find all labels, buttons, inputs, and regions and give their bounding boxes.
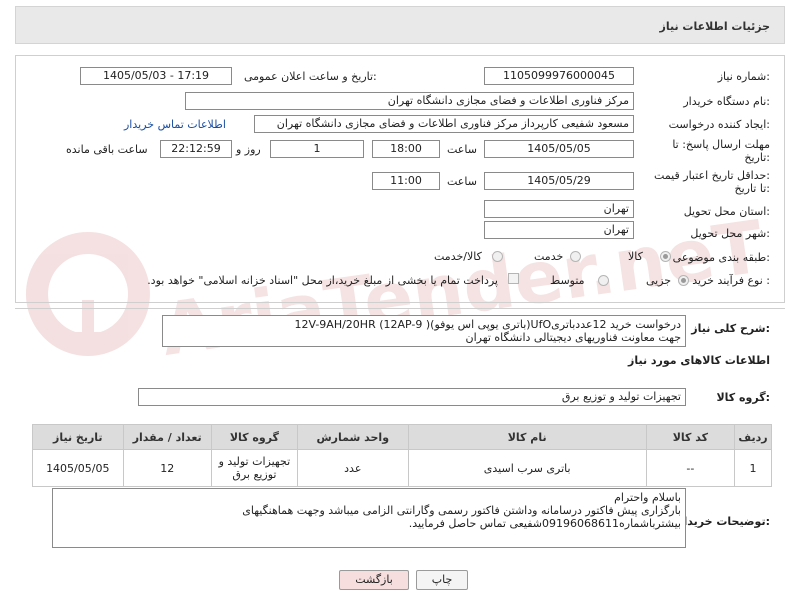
price-deadline-label: حداقل تاریخ اعتبار قیمت: [654,169,770,182]
col-need-date: تاریخ نیاز [32,424,124,450]
goods-group-label: گروه کالا: [716,391,770,404]
treasury-payment-checkbox[interactable] [508,273,519,284]
province-field: تهران [484,200,634,218]
cell-row: 1 [734,449,772,487]
reply-days-field: 1 [270,140,364,158]
reply-deadline-label: مهلت ارسال پاسخ: تا [672,138,770,151]
reply-time-label: ساعت [447,143,477,156]
category-radio-both[interactable] [492,251,503,262]
need-number-field: 1105099976000045 [484,67,634,85]
page-header: جزئیات اطلاعات نیاز [15,6,785,44]
city-field: تهران [484,221,634,239]
col-unit: واحد شمارش [296,424,409,450]
goods-section-title: اطلاعات کالاهای مورد نیاز [628,354,770,367]
cell-need-date: 1405/05/05 [32,449,124,487]
col-goods-group: گروه کالا [210,424,298,450]
treasury-payment-note: پرداخت تمام یا بخشی از مبلغ خرید،از محل … [147,274,498,287]
reply-deadline-label-2: تاریخ: [744,151,770,164]
buyer-notes-line-3: بیشترباشماره09196068611شفیعی تماس حاصل ف… [408,517,681,530]
need-number-label: شماره نیاز: [717,70,770,83]
goods-table: تاریخ نیاز تعداد / مقدار گروه کالا واحد … [32,424,772,487]
process-option-medium: متوسط [550,274,585,287]
cell-goods-group: تجهیزات تولید و توزیع برق [210,449,298,487]
buyer-notes-line-1: باسلام واحترام [614,491,681,504]
process-label: نوع فرآیند خرید : [692,274,770,287]
announce-label: تاریخ و ساعت اعلان عمومی: [244,70,377,83]
reply-time-field: 18:00 [372,140,440,158]
province-label: استان محل تحویل: [683,205,770,218]
category-option-both: کالا/خدمت [434,250,482,263]
print-button[interactable]: چاپ [416,570,468,590]
announce-field: 1405/05/03 - 17:19 [80,67,232,85]
creator-label: ایجاد کننده درخواست: [668,118,770,131]
summary-textbox: درخواست خرید 12عددباتریUfO(باتری یوپی اس… [162,315,686,347]
category-label: طبقه بندی موضوعی: [672,251,770,264]
remaining-label: ساعت باقی مانده [66,143,148,156]
summary-line-2: جهت معاونت فناوریهای دیجیتالی دانشگاه ته… [465,331,681,344]
col-goods-code: کد کالا [645,424,736,450]
process-radio-minor[interactable] [678,275,689,286]
process-option-minor: جزیی [646,274,672,287]
table-header-row: تاریخ نیاز تعداد / مقدار گروه کالا واحد … [32,424,772,450]
cell-quantity: 12 [122,449,212,487]
remaining-time-field: 22:12:59 [160,140,232,158]
category-radio-service[interactable] [570,251,581,262]
creator-field: مسعود شفیعی کارپرداز مرکز فناوری اطلاعات… [254,115,634,133]
cell-unit: عدد [296,449,409,487]
buyer-notes-textbox: باسلام واحترام بارگزاری پیش فاکتور درسام… [52,488,686,548]
goods-group-field: تجهیزات تولید و توزیع برق [138,388,686,406]
buyer-org-field: مرکز فناوری اطلاعات و فضای مجازی دانشگاه… [185,92,634,110]
summary-line-1: درخواست خرید 12عددباتریUfO(باتری یوپی اس… [294,318,681,331]
buyer-notes-label: توضیحات خریدار: [677,515,770,528]
col-row: ردیف [734,424,772,450]
price-date-field: 1405/05/29 [484,172,634,190]
category-option-service: خدمت [534,250,564,263]
price-time-label: ساعت [447,175,477,188]
summary-label: شرح کلی نیاز: [691,322,770,335]
process-radio-medium[interactable] [598,275,609,286]
cell-goods-code: -- [645,449,736,487]
city-label: شهر محل تحویل: [690,227,770,240]
col-quantity: تعداد / مقدار [122,424,212,450]
price-deadline-label-2: تا تاریخ: [734,182,770,195]
col-goods-name: نام کالا [407,424,647,450]
cell-goods-name: باتری سرب اسیدی [407,449,647,487]
buyer-contact-link[interactable]: اطلاعات تماس خریدار [124,118,226,131]
back-button[interactable]: بازگشت [339,570,409,590]
days-label: روز و [236,143,261,156]
page-title: جزئیات اطلاعات نیاز [659,20,771,33]
buyer-org-label: نام دستگاه خریدار: [683,95,770,108]
category-radio-goods[interactable] [660,251,671,262]
reply-date-field: 1405/05/05 [484,140,634,158]
price-time-field: 11:00 [372,172,440,190]
buyer-notes-line-2: بارگزاری پیش فاکتور درسامانه وداشتن فاکت… [242,504,681,517]
table-row: 1405/05/05 12 تجهیزات تولید و توزیع برق … [32,449,772,487]
category-option-goods: کالا [628,250,643,263]
